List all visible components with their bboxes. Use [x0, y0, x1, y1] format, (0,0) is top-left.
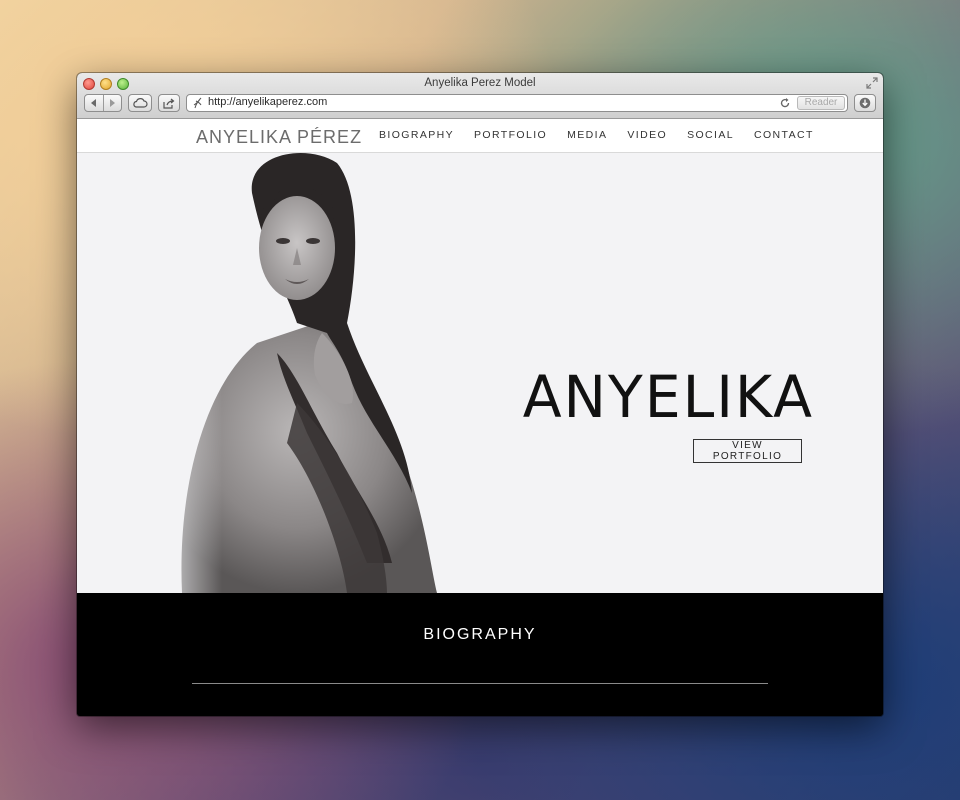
address-bar[interactable]: http://anyelikaperez.com Reader	[186, 94, 848, 112]
menu-item-portfolio[interactable]: PORTFOLIO	[474, 129, 547, 141]
hero-title: ANYELIKA	[522, 363, 815, 431]
share-button[interactable]	[158, 94, 180, 112]
view-portfolio-button[interactable]: VIEW PORTFOLIO	[693, 439, 802, 463]
section-title: BIOGRAPHY	[423, 626, 537, 643]
url-field[interactable]: http://anyelikaperez.com	[208, 96, 327, 108]
back-button[interactable]	[85, 95, 103, 111]
menu-item-social[interactable]: SOCIAL	[687, 129, 734, 141]
menu-item-contact[interactable]: CONTACT	[754, 129, 814, 141]
main-menu: BIOGRAPHY PORTFOLIO MEDIA VIDEO SOCIAL C…	[379, 129, 834, 141]
biography-section: BIOGRAPHY	[77, 593, 883, 716]
downloads-icon	[859, 97, 871, 109]
back-icon	[90, 99, 96, 107]
icloud-tabs-button[interactable]	[128, 94, 152, 112]
hero-section: ANYELIKA VIEW PORTFOLIO	[77, 153, 883, 593]
window-title: Anyelika Perez Model	[424, 77, 536, 89]
reload-icon[interactable]	[779, 97, 791, 109]
site-icon	[193, 97, 202, 109]
menu-item-video[interactable]: VIDEO	[627, 129, 667, 141]
fullscreen-icon[interactable]	[866, 77, 878, 89]
hero-portrait-image	[147, 153, 447, 593]
forward-button[interactable]	[102, 95, 122, 111]
forward-icon	[110, 99, 116, 107]
site-header: ANYELIKA PÉREZ BIOGRAPHY PORTFOLIO MEDIA…	[77, 119, 883, 153]
icloud-tabs-icon	[133, 98, 148, 108]
reader-button[interactable]: Reader	[797, 96, 845, 110]
site-logo[interactable]: ANYELIKA PÉREZ	[196, 127, 362, 148]
back-forward-buttons	[84, 94, 122, 112]
menu-item-media[interactable]: MEDIA	[567, 129, 607, 141]
menu-item-biography[interactable]: BIOGRAPHY	[379, 129, 454, 141]
section-divider	[192, 683, 768, 684]
share-icon	[163, 98, 175, 109]
downloads-button[interactable]	[854, 94, 876, 112]
browser-titlebar: Anyelika Perez Model http://anyelikapere…	[77, 73, 883, 119]
browser-window: Anyelika Perez Model http://anyelikapere…	[77, 73, 883, 716]
